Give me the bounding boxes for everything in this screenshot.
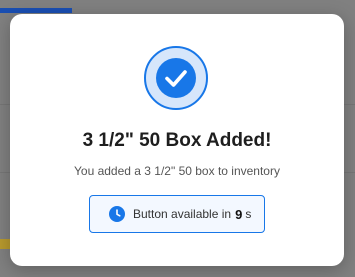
- success-dialog: 3 1/2" 50 Box Added! You added a 3 1/2" …: [10, 14, 344, 266]
- dialog-title: 3 1/2" 50 Box Added!: [82, 130, 272, 151]
- check-circle-inner: [156, 58, 196, 98]
- countdown-label: Button available in: [133, 207, 232, 221]
- background-header-strip: [0, 8, 72, 13]
- checkmark-icon: [165, 70, 187, 87]
- countdown-seconds: 9: [235, 206, 243, 222]
- countdown-unit: s: [245, 207, 252, 221]
- clock-icon: [109, 206, 125, 222]
- countdown-button[interactable]: Button available in 9 s: [89, 195, 265, 233]
- check-circle-icon: [144, 46, 208, 110]
- dialog-message: You added a 3 1/2" 50 box to inventory: [74, 164, 280, 178]
